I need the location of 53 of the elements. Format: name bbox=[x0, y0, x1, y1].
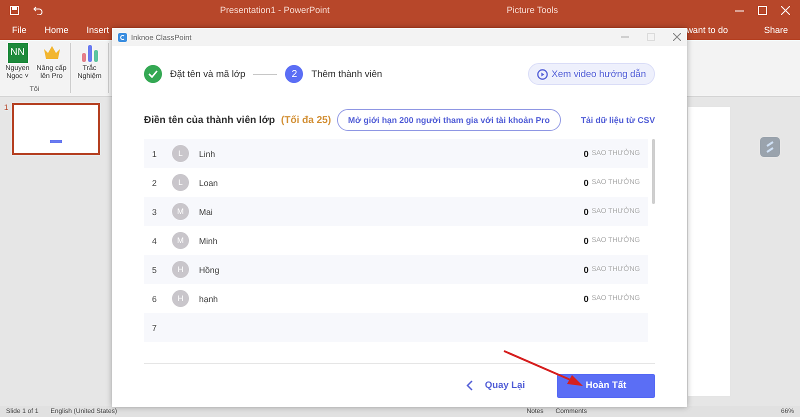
star-count: 0 bbox=[584, 148, 589, 158]
finish-button[interactable]: Hoàn Tất bbox=[557, 374, 655, 398]
row-number: 5 bbox=[152, 264, 158, 274]
tell-me-field[interactable]: want to do bbox=[686, 25, 728, 35]
save-icon[interactable] bbox=[10, 6, 19, 14]
section-heading: Điền tên của thành viên lớp bbox=[144, 114, 276, 126]
star-count: 0 bbox=[584, 294, 589, 304]
member-name[interactable]: Loan bbox=[199, 178, 574, 188]
ribbon-tab[interactable]: Home bbox=[44, 25, 69, 35]
member-name[interactable]: hạnh bbox=[199, 294, 574, 304]
video-guide-button[interactable]: Xem video hướng dẫn bbox=[528, 63, 655, 85]
upgrade-pro-button[interactable]: Mở giới hạn 200 người tham gia với tài khoản Pro bbox=[337, 109, 561, 131]
member-name[interactable]: Minh bbox=[199, 236, 574, 246]
member-avatar: M bbox=[172, 232, 189, 249]
csv-import-link[interactable]: Tải dữ liệu từ CSV bbox=[580, 115, 655, 125]
star-count: 0 bbox=[584, 264, 589, 274]
back-button[interactable]: Quay Lại bbox=[460, 379, 531, 392]
member-name[interactable]: Mai bbox=[199, 206, 574, 216]
member-name[interactable]: Linh bbox=[199, 148, 574, 158]
window-title: Presentation1 - PowerPoint bbox=[220, 5, 330, 15]
chevron-left-icon bbox=[466, 380, 473, 391]
row-number: 1 bbox=[152, 148, 158, 158]
member-avatar: H bbox=[172, 261, 189, 278]
member-limit: (Tối đa 25) bbox=[281, 114, 332, 126]
star-count: 0 bbox=[584, 236, 589, 246]
ribbon-tab[interactable]: File bbox=[12, 25, 27, 35]
member-avatar: H bbox=[172, 290, 189, 307]
member-avatar: M bbox=[172, 203, 189, 220]
row-number: 2 bbox=[152, 178, 158, 188]
step-number: 2 bbox=[285, 65, 304, 83]
avatar-icon: NN bbox=[8, 43, 28, 63]
star-count: 0 bbox=[584, 178, 589, 188]
step-label: Đặt tên và mã lớp bbox=[170, 68, 246, 80]
classpoint-logo-icon bbox=[118, 32, 127, 42]
member-avatar: L bbox=[172, 174, 189, 191]
scrollbar-thumb[interactable] bbox=[652, 139, 655, 204]
row-number: 4 bbox=[152, 236, 158, 246]
slide-number: 1 bbox=[4, 103, 8, 112]
context-tab-label: Picture Tools bbox=[506, 5, 558, 15]
member-name[interactable]: Hồng bbox=[199, 264, 574, 274]
row-number: 7 bbox=[152, 322, 158, 332]
row-number: 3 bbox=[152, 206, 158, 216]
slide-thumbnail[interactable] bbox=[12, 103, 100, 155]
member-avatar: L bbox=[172, 145, 189, 162]
bar-chart-icon bbox=[80, 43, 100, 63]
close-icon[interactable] bbox=[673, 33, 681, 41]
play-icon bbox=[536, 68, 548, 80]
star-count: 0 bbox=[584, 206, 589, 216]
step-label: Thêm thành viên bbox=[311, 68, 382, 80]
undo-icon[interactable] bbox=[33, 6, 43, 14]
share-button[interactable]: Share bbox=[764, 25, 788, 35]
row-number: 6 bbox=[152, 294, 158, 304]
ribbon-tab[interactable]: Insert bbox=[86, 25, 110, 35]
